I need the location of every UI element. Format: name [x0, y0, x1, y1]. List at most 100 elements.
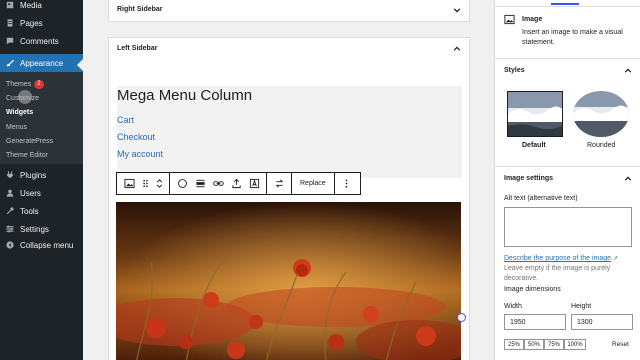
width-value: 1950 [510, 318, 526, 326]
alt-help-text: Leave empty if the image is purely decor… [504, 265, 611, 282]
checkout-link[interactable]: Checkout [117, 132, 155, 142]
menu-item-label: Users [20, 188, 41, 198]
submenu-item-menus[interactable]: Menus [6, 120, 27, 134]
alt-help-link[interactable]: Describe the purpose of the image [504, 255, 611, 262]
toolbar-group-replace: Replace [292, 173, 335, 194]
menu-item-appearance[interactable]: Appearance [0, 54, 83, 72]
right-sidebar-panel[interactable]: Right Sidebar [108, 0, 470, 22]
menu-item-label: Appearance [20, 58, 64, 68]
panel-title: Right Sidebar [117, 6, 163, 13]
tools-icon [6, 207, 14, 215]
chevron-up-icon[interactable] [624, 67, 632, 75]
mega-menu-heading: Mega Menu Column [117, 87, 253, 104]
menu-item-label: Settings [20, 224, 49, 234]
toolbar-group-format [170, 173, 267, 194]
image-settings-title[interactable]: Image settings [504, 175, 553, 182]
style-rounded-option[interactable] [573, 91, 629, 137]
media-icon [6, 1, 14, 9]
styles-panel-title[interactable]: Styles [504, 67, 525, 74]
text-overlay-icon[interactable] [245, 173, 263, 194]
selected-image-block[interactable] [116, 202, 461, 360]
divider [495, 6, 640, 7]
paintbrush-icon [6, 59, 14, 67]
toolbar-group-block [117, 173, 170, 194]
scale-100-button[interactable]: 100% [564, 339, 586, 350]
block-settings-sidebar: Image Insert an image to make a visual s… [494, 0, 640, 360]
style-rounded-label: Rounded [587, 142, 616, 149]
chevron-up-icon[interactable] [624, 175, 632, 183]
height-value: 1300 [577, 318, 593, 326]
width-input[interactable]: 1950 [504, 314, 566, 330]
duotone-circle-icon[interactable] [173, 173, 191, 194]
submenu-item-theme-editor[interactable]: Theme Editor [6, 148, 48, 162]
mega-menu-column-block[interactable]: Mega Menu Column Cart Checkout My accoun… [117, 86, 462, 178]
style-default-label: Default [522, 142, 546, 149]
scale-50-button[interactable]: 50% [524, 339, 544, 350]
upload-icon[interactable] [227, 173, 245, 194]
active-tab-indicator [551, 3, 579, 5]
alt-text-help: Describe the purpose of the image ↗ Leav… [504, 254, 634, 284]
menu-item-label: Collapse menu [20, 240, 74, 250]
panel-title: Left Sidebar [117, 45, 158, 52]
width-label: Width [504, 303, 522, 310]
divider [495, 166, 640, 167]
users-icon [6, 189, 14, 197]
submenu-item-label: Menus [6, 123, 28, 131]
submenu-item-themes[interactable]: Themes 2 [6, 77, 44, 91]
chevron-up-icon[interactable] [453, 45, 461, 53]
scale-75-button[interactable]: 75% [544, 339, 564, 350]
replace-button[interactable]: Replace [295, 180, 331, 187]
submenu-item-widgets[interactable]: Widgets [6, 105, 33, 119]
drag-handle-icon[interactable] [138, 173, 152, 194]
update-count-badge: 2 [34, 79, 44, 89]
menu-item-tools[interactable]: Tools [0, 202, 83, 220]
image-dimensions-title: Image dimensions [504, 286, 561, 293]
mouse-cursor-indicator [18, 90, 32, 104]
menu-item-label: Pages [20, 18, 43, 28]
block-name: Image [522, 16, 543, 23]
submenu-item-label: Theme Editor [6, 151, 49, 159]
chevron-down-icon[interactable] [453, 6, 461, 14]
menu-item-pages[interactable]: Pages [0, 14, 83, 32]
link-icon[interactable] [209, 173, 227, 194]
menu-item-label: Comments [20, 36, 59, 46]
settings-icon [6, 225, 14, 233]
block-toolbar: Replace [116, 172, 361, 195]
cart-link[interactable]: Cart [117, 115, 134, 125]
image-block-icon [504, 14, 515, 25]
submenu-item-label: GeneratePress [6, 137, 54, 145]
menu-item-media[interactable]: Media [0, 0, 83, 14]
alt-text-label: Alt text (alternative text) [504, 195, 578, 202]
transform-icon[interactable] [270, 173, 288, 194]
reset-button[interactable]: Reset [612, 340, 629, 350]
style-default-option[interactable] [507, 91, 563, 137]
menu-item-users[interactable]: Users [0, 184, 83, 202]
image-block-icon[interactable] [120, 173, 138, 194]
align-icon[interactable] [191, 173, 209, 194]
submenu-item-generatepress[interactable]: GeneratePress [6, 134, 53, 148]
menu-item-label: Tools [20, 206, 39, 216]
divider [495, 58, 640, 59]
collapse-menu-button[interactable]: Collapse menu [0, 236, 83, 254]
collapse-icon [6, 241, 14, 249]
plugins-icon [6, 171, 14, 179]
menu-item-plugins[interactable]: Plugins [0, 166, 83, 184]
image-resize-handle[interactable] [457, 313, 466, 322]
more-options-icon[interactable] [338, 173, 356, 194]
alt-text-textarea[interactable] [504, 207, 632, 247]
height-input[interactable]: 1300 [571, 314, 633, 330]
comments-icon [6, 37, 14, 45]
pages-icon [6, 19, 14, 27]
menu-item-comments[interactable]: Comments [0, 32, 83, 50]
appearance-submenu: Themes 2 Customize Widgets Menus Generat… [0, 72, 83, 164]
submenu-item-label: Themes [6, 80, 32, 88]
toolbar-group-transform [267, 173, 292, 194]
menu-item-label: Media [20, 0, 42, 10]
submenu-item-label: Widgets [6, 108, 34, 116]
block-description: Insert an image to make a visual stateme… [522, 29, 623, 46]
height-label: Height [571, 303, 592, 310]
scale-25-button[interactable]: 25% [504, 339, 524, 350]
my-account-link[interactable]: My account [117, 149, 163, 159]
move-up-down-icon[interactable] [152, 173, 166, 194]
menu-item-label: Plugins [20, 170, 47, 180]
